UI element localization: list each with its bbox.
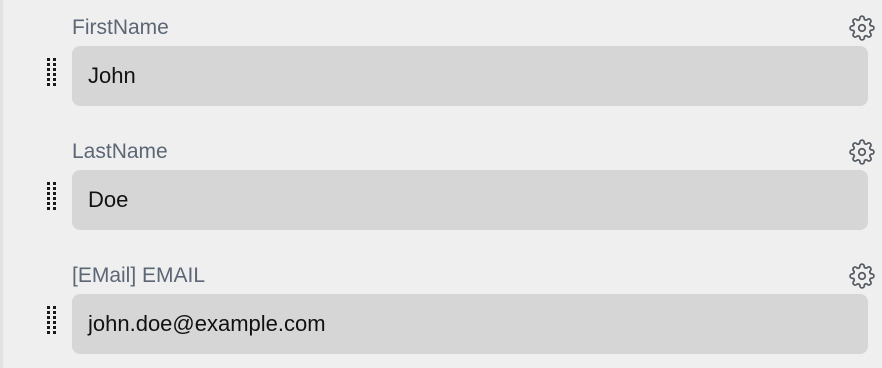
form-field-firstname: FirstName John xyxy=(0,0,882,112)
drag-handle-icon[interactable] xyxy=(46,305,58,335)
firstname-input-value: John xyxy=(88,63,136,88)
form-field-email: [EMail] EMAIL john.doe@example.com xyxy=(0,248,882,360)
email-input-value: john.doe@example.com xyxy=(88,311,326,336)
lastname-input-value: Doe xyxy=(88,187,129,212)
field-label-firstname: FirstName xyxy=(72,16,169,39)
lastname-input[interactable]: Doe xyxy=(72,170,868,230)
drag-handle-icon[interactable] xyxy=(46,181,58,211)
firstname-input[interactable]: John xyxy=(72,46,868,106)
email-input[interactable]: john.doe@example.com xyxy=(72,294,868,354)
form-field-lastname: LastName Doe xyxy=(0,124,882,236)
gear-icon[interactable] xyxy=(849,263,875,289)
field-label-email: [EMail] EMAIL xyxy=(72,264,206,287)
drag-handle-icon[interactable] xyxy=(46,57,58,87)
gear-icon[interactable] xyxy=(849,139,875,165)
field-label-lastname: LastName xyxy=(72,140,168,163)
gear-icon[interactable] xyxy=(849,15,875,41)
